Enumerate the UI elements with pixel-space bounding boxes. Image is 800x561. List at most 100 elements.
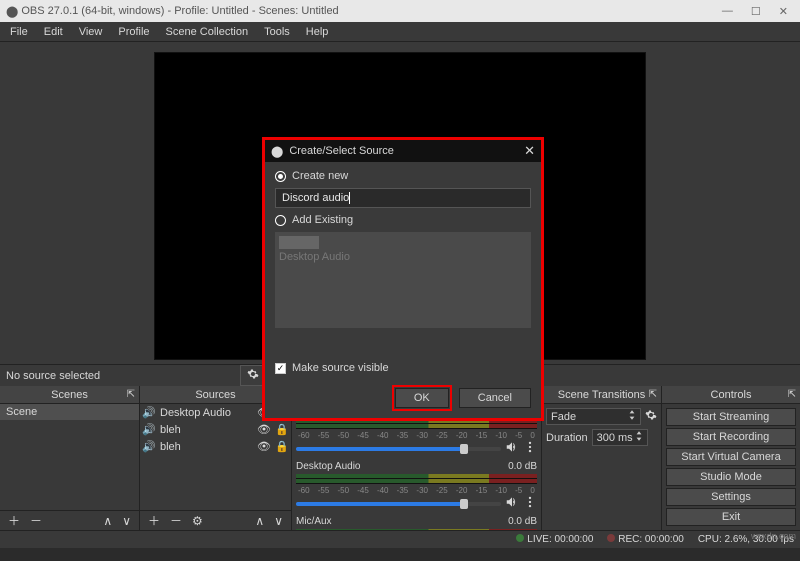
menubar: File Edit View Profile Scene Collection … [0,22,800,42]
menu-view[interactable]: View [71,24,111,40]
duration-value: 300 ms [597,432,633,444]
menu-scene-collection[interactable]: Scene Collection [158,24,257,40]
panel-header-scenes: Scenes ⇱ [0,386,139,404]
eye-icon[interactable]: 👁 [257,440,271,453]
menu-tools[interactable]: Tools [256,24,298,40]
undock-icon[interactable]: ⇱ [788,389,796,400]
rec-time: REC: 00:00:00 [618,534,684,545]
gear-icon [247,368,259,383]
window-title: OBS 27.0.1 (64-bit, windows) - Profile: … [21,5,722,17]
duration-input[interactable]: 300 ms [592,429,648,446]
panel-header-transitions: Scene Transitions ⇱ [542,386,661,404]
radio-unselected-icon [275,215,286,226]
source-up-button[interactable]: ∧ [251,514,268,528]
app-icon: ⬤ [6,5,18,18]
mute-icon[interactable] [505,495,519,512]
undock-icon[interactable]: ⇱ [649,389,657,400]
speaker-icon: 🔊 [142,423,156,436]
close-icon[interactable]: ✕ [524,143,535,159]
speaker-icon: 🔊 [142,406,156,419]
scene-item[interactable]: Scene [0,404,139,420]
app-icon: ⬤ [271,145,283,158]
add-scene-button[interactable]: ＋ [4,512,24,529]
scenes-list[interactable]: Scene [0,404,139,510]
source-item[interactable]: 🔊 bleh 👁 🔒 [140,438,291,455]
scenes-title: Scenes [51,389,88,401]
channel-db: 0.0 dB [508,461,537,472]
remove-scene-button[interactable]: － [26,512,46,529]
source-name-value: Discord audio [282,192,349,204]
ok-button[interactable]: OK [395,388,449,408]
dialog-title: Create/Select Source [289,145,518,157]
volume-slider[interactable] [296,502,501,506]
lock-icon[interactable]: 🔒 [275,423,289,436]
panel-header-controls: Controls ⇱ [662,386,800,404]
existing-sources-list[interactable]: Desktop Audio [275,232,531,328]
gear-icon[interactable] [645,409,657,424]
scene-down-button[interactable]: ∨ [118,514,135,528]
eye-icon[interactable]: 👁 [257,423,271,436]
dialog-buttons: OK Cancel [265,382,541,418]
transitions-body: Fade Duration 300 ms [542,404,661,450]
add-source-button[interactable]: ＋ [144,512,164,529]
channel-db: 0.0 dB [508,516,537,527]
start-virtual-camera-button[interactable]: Start Virtual Camera [666,448,796,466]
start-recording-button[interactable]: Start Recording [666,428,796,446]
channel-name: Desktop Audio [296,461,361,472]
sources-footer: ＋ － ⚙ ∧ ∨ [140,510,291,530]
undock-icon[interactable]: ⇱ [127,389,135,400]
menu-profile[interactable]: Profile [110,24,157,40]
remove-source-button[interactable]: － [166,512,186,529]
menu-edit[interactable]: Edit [36,24,71,40]
source-settings-button[interactable]: ⚙ [188,514,207,528]
channel-menu-icon[interactable] [523,440,537,457]
source-item[interactable]: 🔊 bleh 👁 🔒 [140,421,291,438]
mixer-channel: Mic/Aux 0.0 dB [292,514,541,530]
settings-button[interactable]: Settings [666,488,796,506]
dialog-body: Create new Discord audio​ Add Existing D… [265,162,541,382]
menu-file[interactable]: File [2,24,36,40]
scene-up-button[interactable]: ∧ [99,514,116,528]
scenes-footer: ＋ － ∧ ∨ [0,510,139,530]
duration-label: Duration [546,432,588,444]
disabled-item [279,236,319,249]
audio-meter [296,474,537,484]
rec-dot-icon [607,534,615,542]
mute-icon[interactable] [505,440,519,457]
existing-item: Desktop Audio [279,251,527,263]
dialog-titlebar: ⬤ Create/Select Source ✕ [265,140,541,162]
studio-mode-button[interactable]: Studio Mode [666,468,796,486]
live-dot-icon [516,534,524,542]
create-source-dialog: ⬤ Create/Select Source ✕ Create new Disc… [262,137,544,421]
chevron-updown-icon [628,410,636,423]
cancel-button[interactable]: Cancel [459,388,531,408]
menu-help[interactable]: Help [298,24,337,40]
add-existing-radio[interactable]: Add Existing [275,214,531,226]
no-source-label: No source selected [0,370,240,382]
transition-select[interactable]: Fade [546,408,641,425]
controls-title: Controls [711,389,752,401]
meter-ticks: -60-55-50-45-40-35-30-25-20-15-10-50 [296,431,537,440]
create-new-radio[interactable]: Create new [275,170,531,182]
source-down-button[interactable]: ∨ [270,514,287,528]
chevron-updown-icon [635,431,643,444]
make-visible-checkbox[interactable]: ✓ Make source visible [275,362,531,374]
maximize-icon[interactable]: ☐ [751,5,761,18]
create-new-label: Create new [292,170,348,182]
volume-slider[interactable] [296,447,501,451]
exit-button[interactable]: Exit [666,508,796,526]
panel-controls: Controls ⇱ Start Streaming Start Recordi… [662,386,800,530]
start-streaming-button[interactable]: Start Streaming [666,408,796,426]
lock-icon[interactable]: 🔒 [275,440,289,453]
transitions-title: Scene Transitions [558,389,645,401]
checkbox-checked-icon: ✓ [275,363,286,374]
live-time: LIVE: 00:00:00 [527,534,593,545]
close-icon[interactable]: ✕ [779,5,788,18]
minimize-icon[interactable]: — [722,5,733,18]
transition-selected: Fade [551,411,576,423]
source-name-input[interactable]: Discord audio​ [275,188,531,208]
channel-name: Mic/Aux [296,516,332,527]
radio-selected-icon [275,171,286,182]
speaker-icon: 🔊 [142,440,156,453]
channel-menu-icon[interactable] [523,495,537,512]
